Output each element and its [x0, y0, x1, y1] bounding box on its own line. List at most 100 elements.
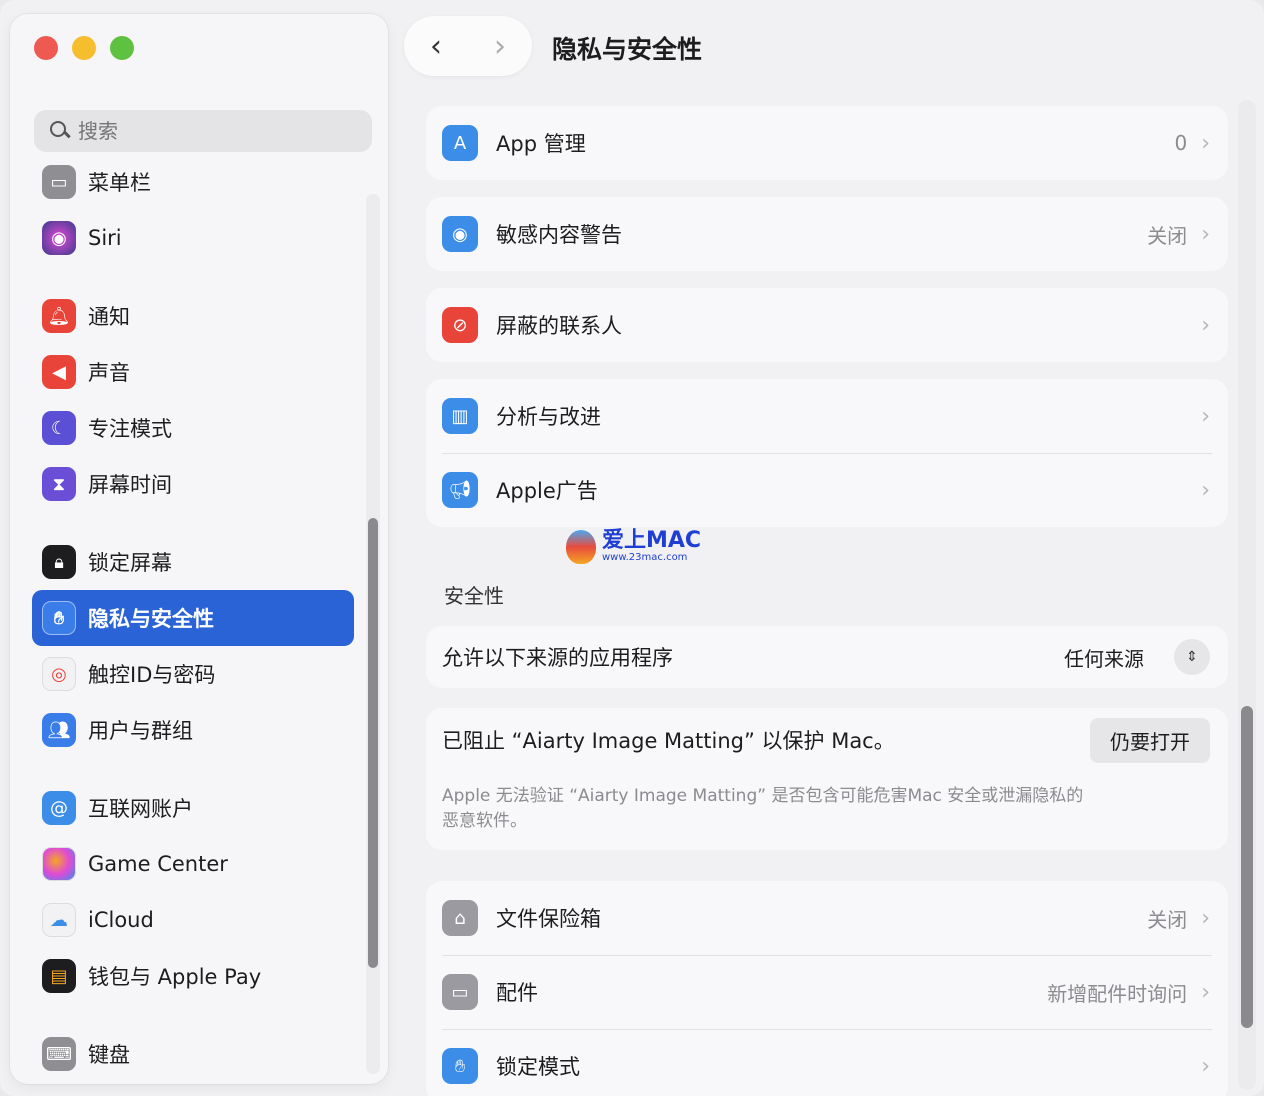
cloud-icon: ☁	[42, 903, 76, 937]
sidebar-scroll-thumb[interactable]	[368, 518, 378, 968]
sidebar-item-label: 触控ID与密码	[88, 663, 216, 687]
card-sensitive: ◉ 敏感内容警告 关闭 ›	[426, 197, 1228, 271]
popup-stepper-icon[interactable]: ⇕	[1174, 639, 1210, 675]
row-value: 0	[1174, 131, 1188, 155]
back-button[interactable]: ‹	[430, 29, 442, 64]
watermark-url: www.23mac.com	[602, 552, 688, 563]
row-label: 文件保险箱	[496, 907, 601, 931]
megaphone-icon: 📢︎	[442, 472, 478, 508]
sidebar-item-gamecenter[interactable]: Game Center	[32, 836, 354, 892]
sidebar-item-label: 互联网账户	[88, 797, 193, 821]
sidebar-item-lockscreen[interactable]: 🔒︎ 锁定屏幕	[32, 534, 354, 590]
chevron-right-icon: ›	[1201, 1053, 1210, 1079]
bar-chart-icon: ▥	[442, 398, 478, 434]
main-scrollbar[interactable]	[1238, 100, 1256, 1090]
row-label: Apple广告	[496, 479, 598, 503]
sidebar-item-label: 钱包与 Apple Pay	[88, 965, 262, 989]
sidebar-item-touchid[interactable]: ◎ 触控ID与密码	[32, 646, 354, 702]
sidebar-item-icloud[interactable]: ☁ iCloud	[32, 892, 354, 948]
row-label: 允许以下来源的应用程序	[442, 646, 673, 670]
hand-icon: ✋︎	[442, 1048, 478, 1084]
row-analytics[interactable]: ▥ 分析与改进 ›	[426, 379, 1228, 453]
sidebar-item-label: Game Center	[88, 852, 228, 876]
sidebar-scrollbar[interactable]	[366, 194, 380, 1074]
row-label: 屏蔽的联系人	[496, 314, 622, 338]
moon-icon: ☾	[42, 411, 76, 445]
allow-apps-value[interactable]: 任何来源	[1064, 643, 1144, 672]
row-label: 锁定模式	[496, 1055, 580, 1079]
users-icon: 👥︎	[42, 713, 76, 747]
card-blocked: ⊘ 屏蔽的联系人 ›	[426, 288, 1228, 362]
blocked-icon: ⊘	[442, 307, 478, 343]
sidebar-item-privacy[interactable]: ✋︎ 隐私与安全性	[32, 590, 354, 646]
row-sensitive-content[interactable]: ◉ 敏感内容警告 关闭 ›	[426, 197, 1228, 271]
sidebar-item-label: 隐私与安全性	[88, 607, 214, 631]
row-label: 配件	[496, 981, 538, 1005]
sidebar-item-notifications[interactable]: 🔔︎ 通知	[32, 288, 354, 344]
row-apple-ads[interactable]: 📢︎ Apple广告 ›	[426, 453, 1228, 527]
page-title: 隐私与安全性	[552, 35, 703, 64]
row-label: App 管理	[496, 132, 586, 156]
card-analytics: ▥ 分析与改进 › 📢︎ Apple广告 ›	[426, 379, 1228, 527]
sidebar-item-label: 通知	[88, 305, 130, 329]
sidebar-item-wallet[interactable]: ▤ 钱包与 Apple Pay	[32, 948, 354, 1004]
row-value: 新增配件时询问	[1047, 981, 1188, 1006]
menubar-icon: ▭	[42, 165, 76, 199]
at-icon: @	[42, 791, 76, 825]
sidebar-item-focus[interactable]: ☾ 专注模式	[32, 400, 354, 456]
close-button[interactable]	[34, 36, 58, 60]
search-input[interactable]	[78, 119, 338, 143]
chevron-right-icon: ›	[1201, 979, 1210, 1005]
fingerprint-icon: ◎	[42, 657, 76, 691]
watermark-text: 爱上MAC	[602, 528, 702, 553]
row-value: 关闭	[1147, 907, 1188, 932]
row-lockdown[interactable]: ✋︎ 锁定模式 ›	[426, 1029, 1228, 1096]
row-blocked-contacts[interactable]: ⊘ 屏蔽的联系人 ›	[426, 288, 1228, 362]
sidebar-item-label: 专注模式	[88, 417, 172, 441]
row-label: 敏感内容警告	[496, 223, 622, 247]
row-filevault[interactable]: ⌂ 文件保险箱 关闭 ›	[426, 881, 1228, 955]
card-app-management: A App 管理 0 ›	[426, 106, 1228, 180]
open-anyway-button[interactable]: 仍要打开	[1090, 717, 1210, 763]
main-pane: ‹ › 隐私与安全性 A App 管理 0 › ◉ 敏感内容警告 关闭 › ⊘	[400, 0, 1264, 1096]
sidebar-item-sound[interactable]: ◀︎ 声音	[32, 344, 354, 400]
sidebar-item-screentime[interactable]: ⧗ 屏幕时间	[32, 456, 354, 512]
main-scroll-thumb[interactable]	[1241, 706, 1253, 1028]
gamecenter-icon	[42, 847, 76, 881]
sidebar-item-menubar[interactable]: ▭ 菜单栏	[32, 154, 354, 210]
row-accessories[interactable]: ▭ 配件 新增配件时询问 ›	[426, 955, 1228, 1029]
search-field[interactable]	[34, 110, 372, 152]
sidebar-item-internet-accounts[interactable]: @ 互联网账户	[32, 780, 354, 836]
bell-icon: 🔔︎	[42, 299, 76, 333]
hourglass-icon: ⧗	[42, 467, 76, 501]
house-safe-icon: ⌂	[442, 900, 478, 936]
sidebar: ▭ 菜单栏 ◉ Siri 🔔︎ 通知 ◀︎ 声音 ☾ 专注模式 ⧗	[10, 14, 388, 1084]
wallet-icon: ▤	[42, 959, 76, 993]
siri-icon: ◉	[42, 221, 76, 255]
sidebar-item-label: Siri	[88, 226, 122, 250]
card-security-options: ⌂ 文件保险箱 关闭 › ▭ 配件 新增配件时询问 › ✋︎ 锁定模式 ›	[426, 881, 1228, 1096]
lock-icon: 🔒︎	[42, 545, 76, 579]
sidebar-item-keyboard[interactable]: ⌨ 键盘	[32, 1026, 354, 1082]
chevron-right-icon: ›	[1201, 403, 1210, 429]
sidebar-item-users[interactable]: 👥︎ 用户与群组	[32, 702, 354, 758]
sidebar-item-siri[interactable]: ◉ Siri	[32, 210, 354, 266]
traffic-lights	[34, 36, 134, 60]
sidebar-item-label: 锁定屏幕	[88, 551, 172, 575]
zoom-button[interactable]	[110, 36, 134, 60]
chevron-right-icon: ›	[1201, 312, 1210, 338]
chevron-right-icon: ›	[1201, 221, 1210, 247]
card-allow-apps: 允许以下来源的应用程序 任何来源 ⇕	[426, 626, 1228, 688]
row-value: 关闭	[1147, 223, 1188, 248]
speaker-icon: ◀︎	[42, 355, 76, 389]
minimize-button[interactable]	[72, 36, 96, 60]
card-blocked-app: 已阻止 “Aiarty Image Matting” 以保护 Mac。 仍要打开…	[426, 708, 1228, 850]
sidebar-list: ▭ 菜单栏 ◉ Siri 🔔︎ 通知 ◀︎ 声音 ☾ 专注模式 ⧗ 屏幕时间 🔒…	[32, 154, 354, 1082]
forward-button[interactable]: ›	[494, 29, 506, 64]
watermark-apple-icon	[566, 530, 596, 564]
chevron-right-icon: ›	[1201, 130, 1210, 156]
row-app-management[interactable]: A App 管理 0 ›	[426, 106, 1228, 180]
sidebar-item-label: 声音	[88, 361, 130, 385]
accessory-icon: ▭	[442, 974, 478, 1010]
blocked-app-description: Apple 无法验证 “Aiarty Image Matting” 是否包含可能…	[442, 786, 1084, 831]
